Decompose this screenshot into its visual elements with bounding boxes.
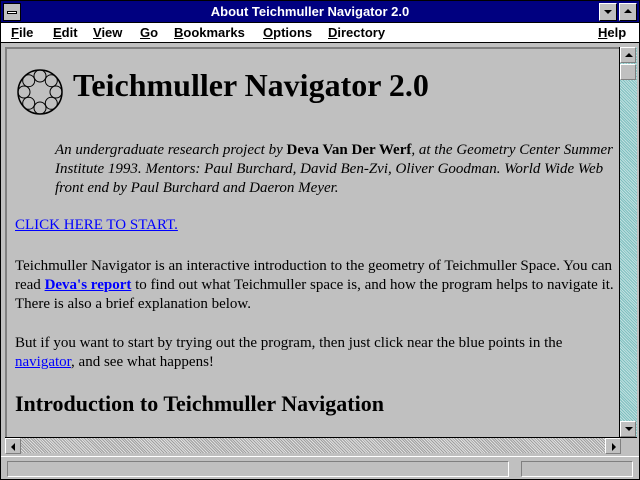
description-paragraph: Teichmuller Navigator is an interactive … [15,258,614,312]
arrow-left-icon [11,443,15,451]
title-bar[interactable]: About Teichmuller Navigator 2.0 [1,1,639,23]
scroll-right-button[interactable] [605,438,621,454]
menu-directory[interactable]: Directory [328,25,385,40]
minimize-icon [604,10,612,14]
window-title: About Teichmuller Navigator 2.0 [210,4,410,19]
intro-paragraph: An undergraduate research project by Dev… [55,142,613,196]
section-heading: Introduction to Teichmuller Navigation [15,391,384,416]
horizontal-scrollbar[interactable] [5,437,637,454]
author-name: Deva Van Der Werf [286,142,412,158]
arrow-up-icon [625,53,633,57]
menu-help[interactable]: Help [598,25,626,40]
browser-window: About Teichmuller Navigator 2.0 File Edi… [0,0,640,480]
vertical-scrollbar[interactable] [619,47,637,437]
page-title: Teichmuller Navigator 2.0 [73,67,429,103]
devas-report-link[interactable]: Deva's report [45,277,132,293]
scroll-corner [621,438,637,453]
status-text [7,461,509,477]
maximize-icon [624,9,632,13]
menu-bar: File Edit View Go Bookmarks Options Dire… [1,23,639,43]
menu-view[interactable]: View [93,25,122,40]
arrow-right-icon [612,443,616,451]
menu-edit[interactable]: Edit [53,25,78,40]
scroll-left-button[interactable] [5,438,21,454]
minimize-button[interactable] [599,3,617,21]
vertical-scroll-thumb[interactable] [620,64,636,80]
menu-options[interactable]: Options [263,25,312,40]
maximize-button[interactable] [619,3,637,21]
try-program-paragraph: But if you want to start by trying out t… [15,335,563,370]
menu-bookmarks[interactable]: Bookmarks [174,25,245,40]
progress-indicator [521,461,633,477]
navigator-link[interactable]: navigator [15,354,71,370]
menu-file[interactable]: File [11,25,33,40]
menu-go[interactable]: Go [140,25,158,40]
scroll-up-button[interactable] [620,47,636,63]
arrow-down-icon [625,427,633,431]
circle-packing-logo-icon [17,69,63,115]
start-link[interactable]: CLICK HERE TO START. [15,217,178,234]
scroll-down-button[interactable] [620,421,636,437]
status-bar [1,456,639,479]
document-view[interactable]: Teichmuller Navigator 2.0 An undergradua… [5,47,619,437]
system-menu-icon[interactable] [3,3,21,21]
